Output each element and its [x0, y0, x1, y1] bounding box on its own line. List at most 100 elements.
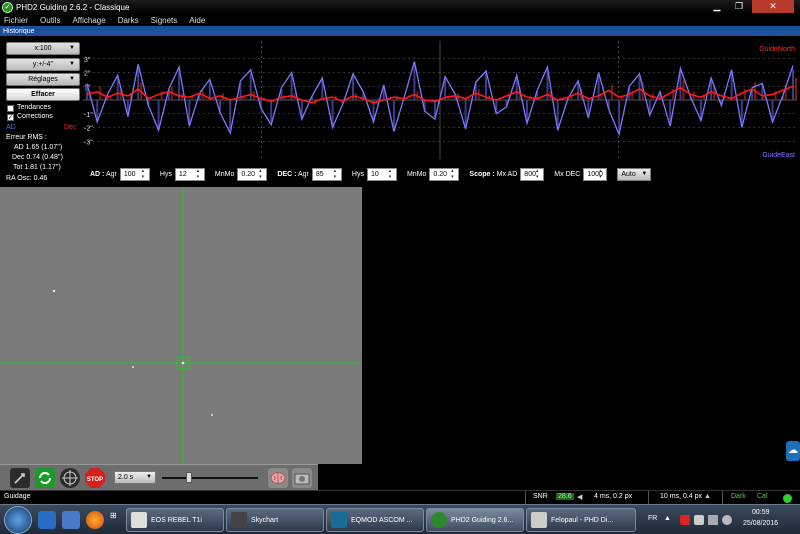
close-icon[interactable]: ✕	[752, 0, 794, 13]
stop-icon[interactable]: STOP	[85, 468, 105, 488]
crosshair-glyph	[62, 470, 78, 486]
show-desktop-icon[interactable]	[38, 511, 56, 529]
usb-connect-glyph	[14, 473, 25, 484]
task-phd2-label: PHD2 Guiding 2.6...	[451, 516, 514, 524]
dec-legend: Dec	[64, 124, 77, 131]
dec-pulse: 10 ms, 0.4 px	[660, 493, 703, 500]
dec-agr-label: Agr	[298, 170, 309, 178]
corrections-checkbox[interactable]: ✓	[7, 114, 14, 121]
rms-ad: AD 1.65 (1.07'')	[14, 144, 63, 151]
volume-icon[interactable]	[722, 515, 732, 525]
dec-section-label: DEC :	[277, 170, 297, 178]
menu-outils[interactable]: Outils	[40, 16, 60, 25]
network-icon[interactable]	[708, 515, 718, 525]
chart-y-tick-label: -2''	[84, 126, 93, 133]
stop-glyph: STOP	[85, 468, 105, 488]
guide-star	[181, 361, 185, 365]
start-button-icon[interactable]	[4, 506, 32, 534]
y-scale-dropdown[interactable]: y:+/-4'' ▼	[6, 58, 80, 71]
eqmod-app-icon	[331, 512, 347, 528]
phd2-logo-icon: ✓	[2, 1, 13, 13]
task-eqmod-label: EQMOD ASCOM ...	[351, 516, 413, 524]
x-scale-dropdown[interactable]: x:100 ▼	[6, 42, 80, 55]
bottom-toolbar: STOP 2.0 s ▼	[0, 464, 318, 490]
mx-ad-input[interactable]: 800	[520, 167, 545, 181]
dec-arrow-icon: ▲	[704, 493, 711, 500]
clear-button[interactable]: Effacer	[6, 88, 80, 101]
rms-dec: Dec 0.74 (0.48'')	[12, 154, 63, 161]
dec-mode-value: Auto	[621, 170, 636, 178]
minimize-icon[interactable]: ▁	[707, 0, 727, 13]
loop-icon[interactable]	[35, 468, 55, 488]
settings-dropdown[interactable]: Réglages ▼	[6, 73, 80, 86]
camera-overlay	[0, 187, 362, 464]
tray-expand-icon[interactable]: ▲	[664, 515, 674, 525]
mx-dec-input[interactable]: 1000	[583, 167, 608, 181]
ad-agr-input[interactable]: 100	[119, 167, 150, 181]
firefox-icon[interactable]	[86, 511, 104, 529]
chart-y-tick-label: 2''	[84, 71, 91, 78]
x-scale-label: x:100	[34, 45, 52, 52]
crosshair-icon[interactable]	[60, 468, 80, 488]
clock-date: 25/08/2016	[743, 520, 779, 527]
scope-mx-ad-label: Scope : Mx AD	[469, 171, 517, 178]
camera-icon[interactable]	[292, 468, 312, 488]
ad-mnmo-input[interactable]: 0.20	[237, 167, 268, 181]
side-tab-icon[interactable]: ☁	[786, 441, 800, 461]
task-skychart-label: Skychart	[251, 516, 279, 524]
chart-y-tick-label: -1''	[84, 112, 93, 119]
rms-tot: Tot 1.81 (1.17'')	[13, 164, 61, 171]
dec-hys-label: Hys	[351, 170, 364, 178]
menu-aide[interactable]: Aide	[189, 16, 205, 25]
chevron-down-icon: ▼	[69, 76, 75, 82]
gamma-slider-handle[interactable]	[186, 472, 192, 483]
ad-hys-input[interactable]: 12	[174, 167, 205, 181]
menu-affichage[interactable]: Affichage	[72, 16, 105, 25]
brain-icon[interactable]	[268, 468, 288, 488]
language-indicator[interactable]: FR	[648, 515, 657, 522]
calibration-ok-icon	[783, 494, 792, 503]
restore-icon[interactable]: ❐	[729, 0, 749, 13]
mx-dec-label: Mx DEC	[554, 170, 581, 178]
status-bar: Guidage SNR 28.6 ◀ 4 ms, 0.2 px 10 ms, 0…	[0, 490, 800, 505]
computer-icon[interactable]	[62, 511, 80, 529]
chevron-down-icon: ▼	[641, 170, 648, 177]
task-eos[interactable]: EOS REBEL T1i	[126, 508, 224, 532]
task-skychart[interactable]: Skychart	[226, 508, 324, 532]
ad-hys-label: Hys	[159, 170, 172, 178]
guide-north-label: GuideNorth	[759, 46, 795, 53]
flag-icon[interactable]	[694, 515, 704, 525]
exposure-value: 2.0 s	[118, 474, 134, 481]
scope-section-label: Scope :	[469, 170, 495, 178]
task-felopaul[interactable]: Felopaul - PHD Di...	[526, 508, 636, 532]
task-eos-label: EOS REBEL T1i	[151, 516, 202, 524]
usb-connect-icon[interactable]	[10, 468, 30, 488]
antivirus-icon[interactable]	[680, 515, 690, 525]
trends-checkbox[interactable]	[7, 105, 14, 112]
chevron-down-icon: ▼	[69, 61, 75, 67]
task-eqmod[interactable]: EQMOD ASCOM ...	[326, 508, 424, 532]
exposure-dropdown[interactable]: 2.0 s ▼	[114, 471, 156, 484]
status-divider	[722, 491, 723, 505]
ad-params-label: AD : Agr	[90, 171, 117, 178]
dec-hys-input[interactable]: 10	[366, 167, 397, 181]
cal-status: Cal	[757, 493, 768, 500]
chart-y-tick-label: -3''	[84, 139, 93, 146]
dec-agr-input[interactable]: 85	[311, 167, 342, 181]
menu-signets[interactable]: Signets	[151, 16, 178, 25]
taskbar-expand-icon[interactable]: ⊞	[110, 511, 120, 521]
menu-darks[interactable]: Darks	[118, 16, 139, 25]
dec-mode-dropdown[interactable]: Auto ▼	[617, 167, 652, 181]
skychart-app-icon	[231, 512, 247, 528]
clock-time: 00:59	[752, 509, 770, 516]
ra-pulse: 4 ms, 0.2 px	[594, 493, 633, 500]
dec-mnmo-input[interactable]: 0.20	[429, 167, 460, 181]
gamma-slider-track[interactable]	[162, 477, 258, 479]
settings-label: Réglages	[28, 76, 58, 83]
task-phd2[interactable]: PHD2 Guiding 2.6...	[426, 508, 524, 532]
loop-glyph	[39, 472, 51, 484]
menu-fichier[interactable]: Fichier	[4, 16, 28, 25]
camera-view[interactable]	[0, 187, 362, 464]
status-divider	[648, 491, 649, 505]
star	[211, 414, 213, 416]
